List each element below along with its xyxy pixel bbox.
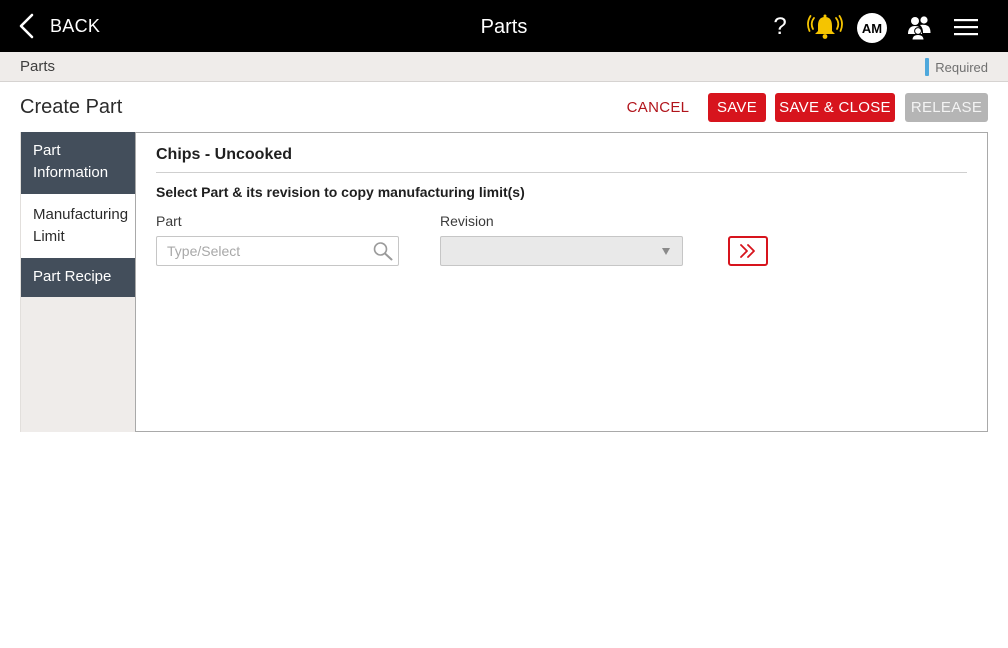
save-and-close-button[interactable]: SAVE & CLOSE [775, 93, 895, 122]
breadcrumb: Parts Required [0, 52, 1008, 82]
revision-field-label: Revision [440, 213, 494, 229]
section-divider [156, 172, 967, 173]
part-form-panel: Part Information Manufacturing Limit Par… [20, 132, 988, 432]
required-indicator [925, 58, 930, 76]
revision-select[interactable] [440, 236, 683, 266]
release-button[interactable]: RELEASE [905, 93, 988, 122]
sidebar-item-manufacturing-limit[interactable]: Manufacturing Limit [21, 194, 136, 258]
back-button[interactable]: BACK [18, 12, 100, 40]
save-button[interactable]: SAVE [708, 93, 766, 122]
cancel-button[interactable]: CANCEL [622, 93, 694, 122]
help-icon[interactable]: ? [768, 12, 792, 42]
section-title: Chips - Uncooked [156, 146, 293, 163]
section-nav: Part Information Manufacturing Limit Par… [20, 132, 136, 432]
sidebar-item-part-information[interactable]: Part Information [21, 132, 136, 194]
manufacturing-limit-content: Chips - Uncooked Select Part & its revis… [135, 132, 988, 432]
page-title: Create Part [20, 96, 123, 118]
part-search-input[interactable] [156, 236, 399, 266]
part-field-label: Part [156, 213, 182, 229]
top-bar: BACK Parts ? AM [0, 0, 1008, 52]
user-avatar[interactable]: AM [857, 13, 887, 43]
search-icon[interactable] [372, 241, 394, 261]
dropdown-caret-icon [662, 248, 670, 255]
required-label: Required [935, 59, 988, 75]
copy-limits-button[interactable] [728, 236, 768, 266]
sidebar-item-part-recipe[interactable]: Part Recipe [21, 258, 136, 297]
notification-bell-icon[interactable] [806, 12, 844, 42]
chevron-left-icon [19, 13, 34, 39]
users-icon[interactable] [904, 12, 934, 42]
breadcrumb-item-parts[interactable]: Parts [20, 58, 55, 75]
back-label: BACK [50, 15, 101, 36]
required-legend: Required [925, 58, 988, 76]
copy-instruction: Select Part & its revision to copy manuf… [156, 184, 525, 200]
hamburger-menu-icon[interactable] [952, 12, 980, 42]
double-chevron-right-icon [740, 244, 755, 258]
